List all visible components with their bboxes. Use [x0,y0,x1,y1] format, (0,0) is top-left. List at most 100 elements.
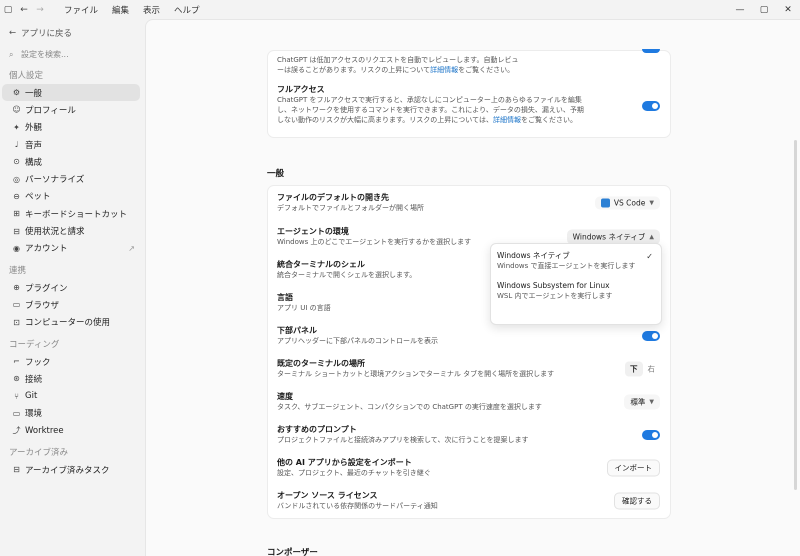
sidebar-item-keyboard[interactable]: ⊞ キーボードショートカット [2,205,140,222]
sidebar-item-label: コンピューターの使用 [25,318,111,329]
connection-icon: ⊛ [13,374,20,384]
row-desc: 設定、プロジェクト、最近のチャットを引き継ぐ [277,469,431,477]
sidebar-item-computer-use[interactable]: ⊡ コンピューターの使用 [2,314,140,331]
sidebar-item-label: 一般 [25,88,43,99]
suggested-prompts-row: おすすめのプロンプト プロジェクトファイルと接続済みアプリを検索して、次に行うこ… [268,418,670,451]
vscode-icon [600,198,610,208]
auto-review-desc-end: をご覧ください。 [458,66,515,74]
select-value: 標準 [630,397,646,406]
sidebar-item-account[interactable]: ◉ アカウント ↗ [2,240,140,257]
sidebar-item-git[interactable]: ⑂ Git [2,387,140,404]
account-icon: ◉ [13,243,20,253]
row-desc: アプリヘッダーに下部パネルのコントロールを表示 [277,337,438,345]
sidebar-item-voice[interactable]: ♩ 音声 [2,136,140,153]
review-button[interactable]: 確認する [614,492,660,509]
terminal-location-segmented: 下 右 [625,361,660,376]
section-coding: コーディング [9,339,60,350]
row-desc: ターミナル ショートカットと環境アクションでターミナル タブを開く場所を選択しま… [277,370,555,378]
menu-file[interactable]: ファイル [64,4,98,16]
full-access-desc-line1: ChatGPT をフルアクセスで実行すると、承認なしにコンピューター上のあらゆる… [277,96,582,104]
menu-edit[interactable]: 編集 [112,4,129,16]
menu-view[interactable]: 表示 [143,4,160,16]
chevron-down-icon: ▲ [649,233,654,240]
agent-env-dropdown: Windows ネイティブ Windows で直接エージェントを実行します ✓ … [490,243,662,325]
sidebar-item-worktree[interactable]: ⤴ Worktree [2,422,140,439]
sidebar-item-browser[interactable]: ▭ ブラウザ [2,296,140,313]
speed-control: 標準 ▼ [624,394,660,409]
import-control: インポート [606,459,660,476]
dropdown-option-windows-native[interactable]: Windows ネイティブ Windows で直接エージェントを実行します ✓ [497,250,657,271]
full-access-control [642,101,660,111]
worktree-icon: ⤴ [12,426,21,436]
select-value: Windows ネイティブ [572,232,646,241]
section-integrations: 連携 [9,265,27,276]
sidebar-item-label: アーカイブ済みタスク [25,465,110,476]
sidebar-item-config[interactable]: ⊙ 構成 [2,153,140,170]
full-access-desc: ChatGPT をフルアクセスで実行すると、承認なしにコンピューター上のあらゆる… [277,95,661,125]
sidebar-item-label: Git [25,391,38,402]
permissions-card: ChatGPT は低加アクセスのリクエストを自動でレビューします。自動レビュ ー… [267,49,671,138]
chevron-down-icon: ▼ [649,199,654,207]
chevron-down-icon: ▼ [649,398,654,405]
sidebar-item-environment[interactable]: ▭ 環境 [2,405,140,422]
search-placeholder: 設定を検索... [21,50,69,59]
microphone-icon: ♩ [14,140,19,150]
gear-icon: ⚙ [12,88,21,98]
external-link-icon: ↗ [128,243,135,253]
dropdown-option-wsl[interactable]: Windows Subsystem for Linux WSL 内でエージェント… [497,280,657,301]
browser-icon: ▭ [12,300,21,310]
profile-icon: ☺ [12,105,21,115]
sidebar-item-label: 環境 [25,409,43,420]
arrow-left-icon: ← [9,27,17,38]
segment-bottom[interactable]: 下 [625,361,643,376]
menu-help[interactable]: ヘルプ [174,4,200,16]
full-access-learn-more-link[interactable]: 詳細情報 [493,116,521,124]
close-icon[interactable]: ✕ [776,0,800,19]
pet-icon: ⊖ [13,191,20,201]
default-open-select[interactable]: VS Code ▼ [594,196,660,210]
full-access-desc-end: をご覧ください。 [520,116,577,124]
minimize-icon[interactable]: — [728,0,752,19]
auto-review-toggle[interactable] [642,49,660,53]
auto-review-desc-line2: ーは誤ることがあります。リスクの上昇について [277,66,431,74]
sidebar-item-label: 構成 [25,157,43,168]
computer-use-icon: ⊡ [13,317,20,327]
section-personal: 個人設定 [9,71,44,81]
sidebar-item-general[interactable]: ⚙ 一般 [2,84,140,102]
agent-env-select[interactable]: Windows ネイティブ ▲ [566,229,660,244]
import-button[interactable]: インポート [606,459,660,476]
sidebar-item-archived-tasks[interactable]: ⊟ アーカイブ済みタスク [2,461,140,478]
sidebar-item-pet[interactable]: ⊖ ペット [2,188,140,205]
row-desc: タスク、サブエージェント、コンパクションでの ChatGPT の実行速度を選択し… [277,403,542,411]
row-title: 他の AI アプリから設定をインポート [277,458,412,467]
segment-right[interactable]: 右 [643,361,661,376]
sidebar-item-usage[interactable]: ⊟ 使用状況と請求 [2,222,140,239]
back-to-app-button[interactable]: ← アプリに戻る [0,24,145,41]
oss-license-control: 確認する [614,492,660,509]
sidebar-item-personalize[interactable]: ◎ パーソナライズ [2,170,140,187]
learn-more-link[interactable]: 詳細情報 [430,66,458,74]
sidebar-item-label: パーソナライズ [25,175,85,186]
sidebar-toggle-icon[interactable]: ▢ [0,0,16,19]
full-access-title: フルアクセス [277,85,325,94]
speed-select[interactable]: 標準 ▼ [624,394,660,409]
scrollbar[interactable] [794,140,797,490]
sidebar-item-hooks[interactable]: ⌐ フック [2,353,140,370]
sidebar-item-profile[interactable]: ☺ プロフィール [2,101,140,118]
back-arrow-icon[interactable]: ← [16,0,32,19]
settings-search-input[interactable]: ⌕ 設定を検索... [5,47,140,62]
sidebar-item-appearance[interactable]: ✦ 外観 [2,119,140,136]
full-access-toggle[interactable] [642,101,660,111]
sidebar-item-label: ペット [25,192,51,203]
suggested-prompts-toggle[interactable] [642,429,660,440]
sidebar-item-label: プラグイン [25,283,68,294]
sidebar-item-connection[interactable]: ⊛ 接続 [2,370,140,387]
forward-arrow-icon[interactable]: → [32,0,48,19]
speed-row: 速度 タスク、サブエージェント、コンパクションでの ChatGPT の実行速度を… [268,385,670,418]
general-heading: 一般 [267,169,285,179]
bottom-panel-toggle[interactable] [642,330,660,341]
maximize-icon[interactable]: ▢ [752,0,776,19]
sidebar-item-plugins[interactable]: ⊕ プラグイン [2,279,140,296]
agent-env-control: Windows ネイティブ ▲ [566,229,660,244]
sidebar-item-label: 音声 [25,140,43,151]
